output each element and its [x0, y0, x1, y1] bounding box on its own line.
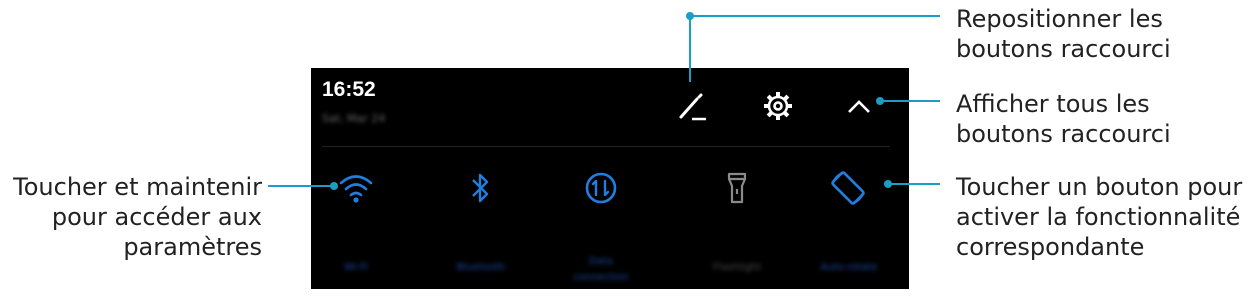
- callout-dot-showall: [876, 97, 884, 105]
- annotation-reorder-line2: boutons raccourci: [956, 35, 1171, 63]
- annotation-reorder: Repositionner les boutons raccourci: [956, 4, 1171, 64]
- chevron-up-icon[interactable]: [844, 92, 874, 122]
- auto-rotate-icon[interactable]: [827, 167, 869, 209]
- callout-line-edit-horizontal: [690, 15, 940, 17]
- callout-dot-hold: [330, 182, 338, 190]
- annotation-showall-line2: boutons raccourci: [956, 120, 1171, 148]
- pencil-edit-icon[interactable]: [675, 90, 709, 124]
- mobile-data-icon[interactable]: [584, 171, 618, 205]
- annotation-hold-line2: pour accéder aux: [51, 203, 262, 231]
- annotation-tap-line2: activer la fonctionnalité: [956, 203, 1241, 231]
- status-time: 16:52: [322, 78, 376, 101]
- annotation-showall: Afficher tous les boutons raccourci: [956, 89, 1171, 149]
- tile-label-bluetooth: Bluetooth: [456, 262, 506, 273]
- panel-divider: [322, 146, 890, 147]
- callout-dot-tap: [884, 180, 892, 188]
- tile-label-data-1: Data: [589, 256, 613, 267]
- callout-line-edit-vertical: [689, 15, 691, 82]
- annotation-hold: Toucher et maintenir pour accéder aux pa…: [0, 172, 262, 262]
- callout-line-hold: [268, 185, 334, 187]
- annotation-reorder-line1: Repositionner les: [956, 5, 1163, 33]
- callout-line-tap: [888, 183, 940, 185]
- bluetooth-icon[interactable]: [469, 171, 493, 205]
- annotation-hold-line1: Toucher et maintenir: [13, 173, 262, 201]
- callout-line-showall: [880, 100, 940, 102]
- annotation-tap-line3: correspondante: [956, 233, 1145, 261]
- annotation-tap-line1: Toucher un bouton pour: [956, 173, 1243, 201]
- status-date: Sat, Mar 24: [322, 112, 386, 125]
- annotation-tap: Toucher un bouton pour activer la foncti…: [956, 172, 1242, 262]
- tile-label-flashlight: Flashlight: [712, 262, 762, 273]
- tile-label-autorotate: Auto-rotate: [820, 262, 878, 273]
- flashlight-icon[interactable]: [725, 171, 749, 205]
- tile-label-data-2: connection: [573, 272, 629, 283]
- tile-label-wifi: Wi-Fi: [344, 262, 368, 273]
- annotation-hold-line3: paramètres: [123, 233, 262, 261]
- wifi-icon[interactable]: [338, 172, 374, 204]
- gear-icon[interactable]: [761, 89, 795, 123]
- quick-settings-panel: 16:52 Sat, Mar 24 Wi-Fi Bluetooth Data c…: [311, 68, 909, 289]
- annotation-showall-line1: Afficher tous les: [956, 90, 1150, 118]
